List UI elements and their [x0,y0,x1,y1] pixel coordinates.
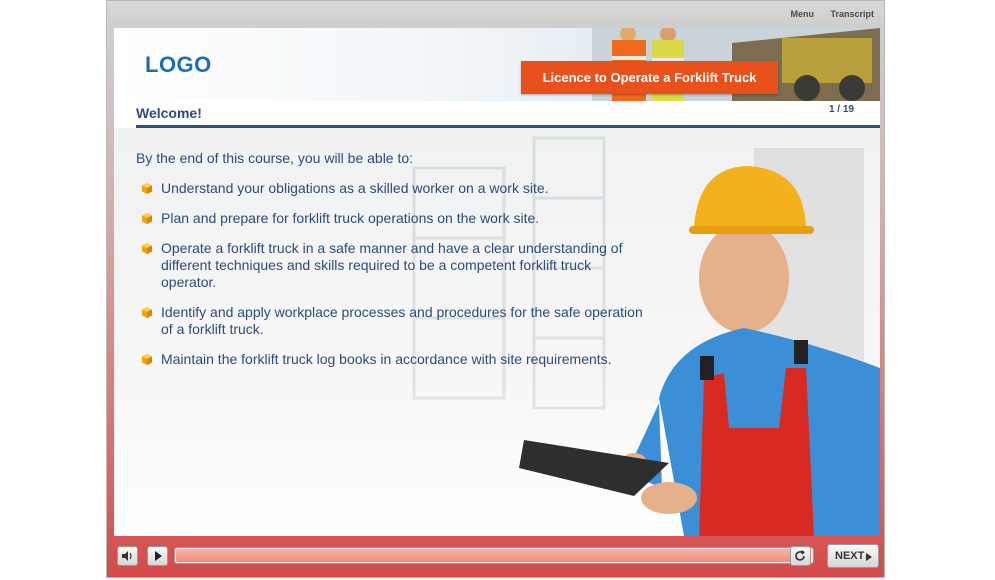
objective-text: Plan and prepare for forklift truck oper… [161,210,540,226]
objective-item: Maintain the forklift truck log books in… [136,351,646,368]
orange-cube-icon [142,354,152,365]
header-divider [136,125,880,128]
course-player: Menu Transcript LOGO Licence to Operate … [106,0,885,578]
playback-controls: NEXT [114,542,880,572]
intro-text: By the end of this course, you will be a… [136,150,414,166]
banner: LOGO Licence to Operate a Forklift Truck [114,28,880,101]
next-label: NEXT [835,550,865,562]
objective-text: Identify and apply workplace processes a… [161,304,643,337]
menu-link[interactable]: Menu [790,9,814,19]
orange-cube-icon [142,183,152,194]
objective-item: Operate a forklift truck in a safe manne… [136,240,646,291]
top-nav: Menu Transcript [776,9,874,19]
progress-bar[interactable] [174,547,814,564]
objective-item: Plan and prepare for forklift truck oper… [136,210,646,227]
objective-item: Understand your obligations as a skilled… [136,180,646,197]
chevron-right-icon [866,553,872,561]
slide-area: LOGO Licence to Operate a Forklift Truck [114,28,880,536]
orange-cube-icon [142,307,152,318]
objective-item: Identify and apply workplace processes a… [136,304,646,338]
objective-text: Maintain the forklift truck log books in… [161,351,612,367]
replay-icon [795,550,805,561]
progress-fill [176,549,810,562]
next-button[interactable]: NEXT [827,544,879,568]
page-title: Welcome! [136,105,202,121]
orange-cube-icon [142,243,152,254]
objective-text: Operate a forklift truck in a safe manne… [161,240,623,290]
transcript-link[interactable]: Transcript [830,9,874,19]
orange-cube-icon [142,213,152,224]
logo: LOGO [145,52,212,77]
course-title-banner: Licence to Operate a Forklift Truck [521,61,778,94]
page-counter: 1 / 19 [828,104,854,115]
play-icon [155,551,162,561]
objective-text: Understand your obligations as a skilled… [161,180,549,196]
mute-button[interactable] [117,546,138,566]
speaker-icon [122,551,132,561]
objectives-content: By the end of this course, you will be a… [136,150,646,381]
slide-header: Welcome! 1 / 19 [114,101,880,128]
play-button[interactable] [147,546,168,566]
replay-button[interactable] [790,546,811,566]
